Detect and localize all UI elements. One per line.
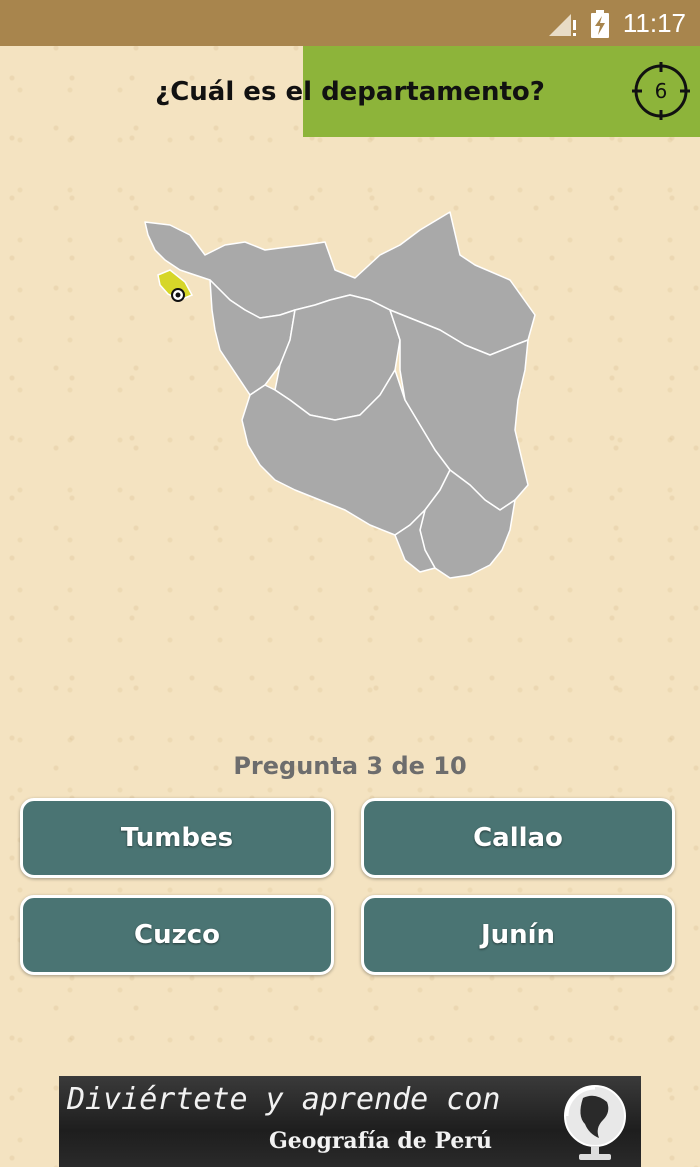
question-progress: Pregunta 3 de 10	[233, 752, 467, 780]
answer-button-1[interactable]: Tumbes	[20, 798, 334, 878]
ad-tagline: Diviértete y aprende con	[67, 1082, 501, 1117]
status-bar: 11:17	[0, 0, 700, 46]
answer-button-3[interactable]: Cuzco	[20, 895, 334, 975]
status-icons: 11:17	[547, 8, 686, 39]
ad-banner[interactable]: Diviértete y aprende con Geografía de Pe…	[59, 1076, 641, 1167]
question-text: ¿Cuál es el departamento?	[155, 76, 545, 107]
globe-icon	[564, 1085, 626, 1160]
answer-button-4[interactable]: Junín	[361, 895, 675, 975]
battery-charging-icon	[590, 9, 609, 38]
timer: 6	[632, 62, 690, 120]
answer-button-2[interactable]: Callao	[361, 798, 675, 878]
status-time: 11:17	[622, 8, 686, 38]
location-marker-icon	[171, 288, 185, 302]
signal-icon	[548, 13, 576, 36]
question-title: ¿Cuál es el departamento?	[0, 46, 700, 137]
question-header: ¿Cuál es el departamento? 6	[0, 46, 700, 137]
peru-map	[130, 200, 560, 590]
ad-title: Geografía de Perú	[269, 1128, 492, 1154]
timer-value: 6	[654, 79, 668, 103]
peru-map-graphic	[144, 211, 536, 579]
